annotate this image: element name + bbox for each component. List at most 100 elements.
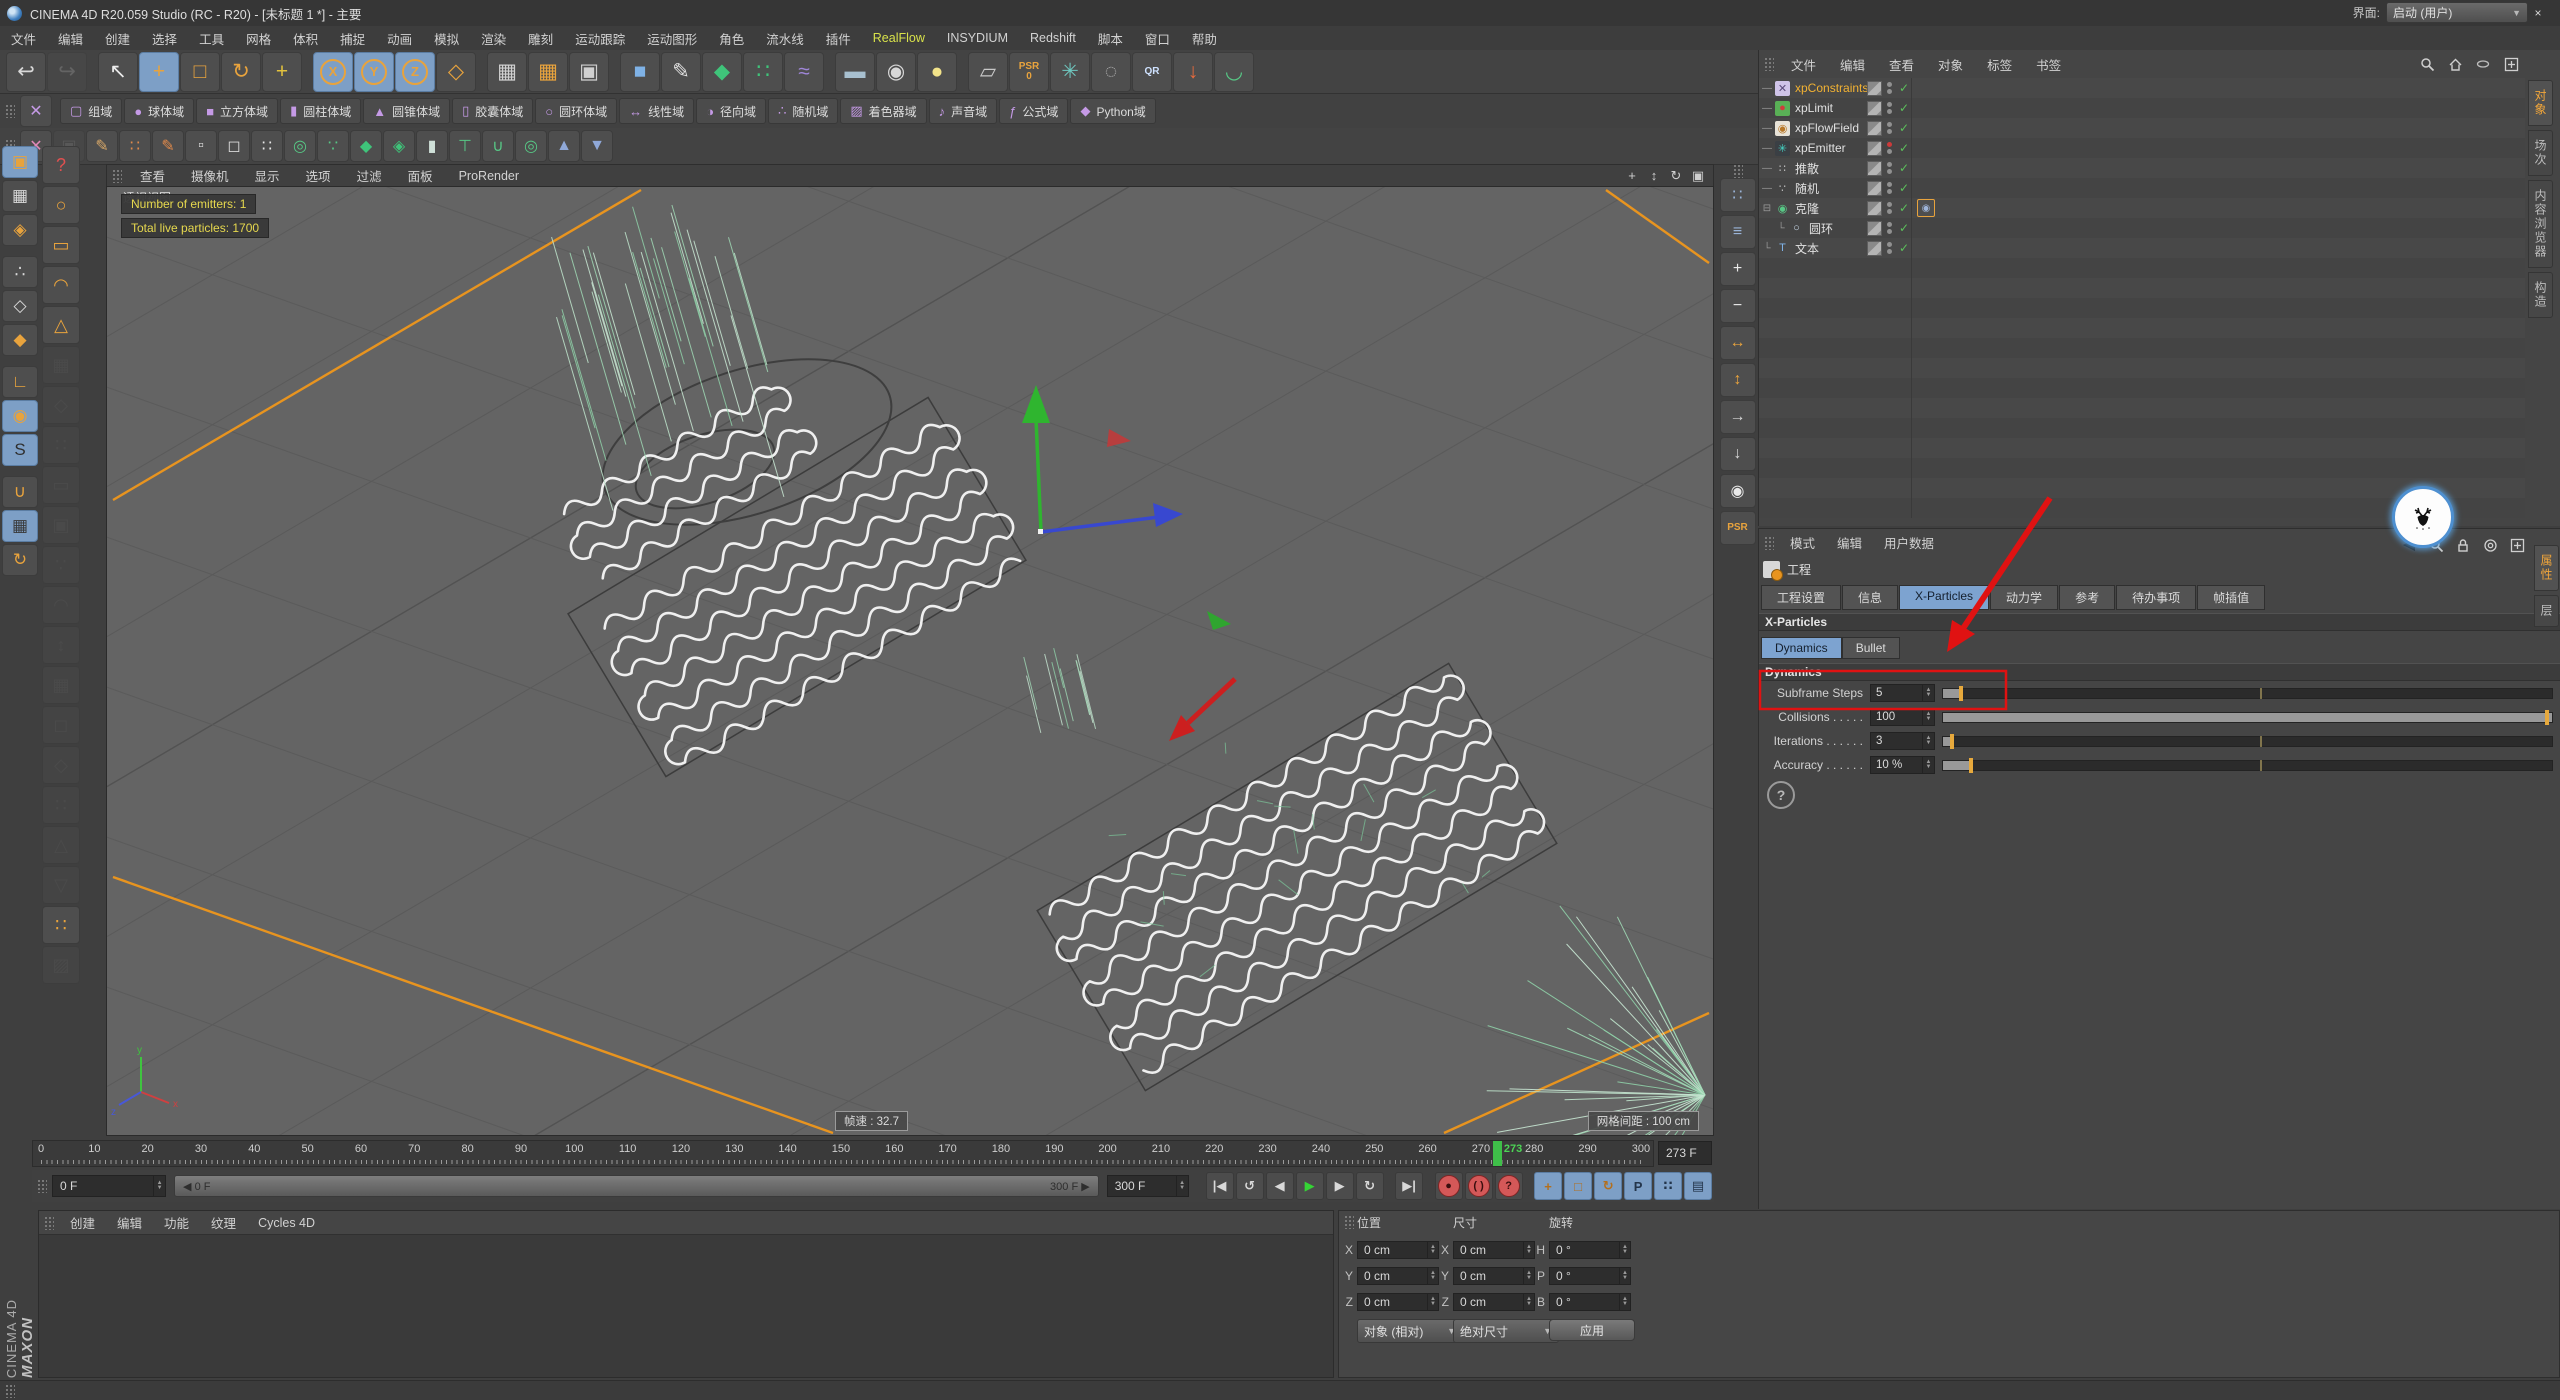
stepper-icon[interactable]: ▲ ▼ (1922, 757, 1934, 773)
help-tool[interactable]: ? (42, 146, 80, 184)
menu-运动图形[interactable]: 运动图形 (636, 29, 708, 48)
mesh-tool-10[interactable]: ◻ (42, 706, 80, 744)
stepper-icon[interactable]: ▲ ▼ (1922, 733, 1934, 749)
mesh-tool-15[interactable]: ▨ (42, 946, 80, 984)
side-tab-层[interactable]: 层 (2534, 595, 2559, 627)
generator-instance[interactable]: ∷ (743, 51, 783, 92)
viewport-menu-过滤[interactable]: 过滤 (344, 166, 395, 185)
field-button-径向域[interactable]: ◑ 径向域 (696, 98, 767, 124)
field-button-随机域[interactable]: ∴ 随机域 (768, 98, 839, 124)
enabled-check-icon[interactable]: ✓ (1899, 101, 1909, 115)
notes-page[interactable]: ▱ (968, 51, 1008, 92)
mesh-tool-5[interactable]: ▣ (42, 506, 80, 544)
zoom-view-icon[interactable]: ↕ (1645, 168, 1663, 184)
menu-体积[interactable]: 体积 (282, 29, 329, 48)
object-row-文本[interactable]: └ T 文本 ✓ (1759, 238, 2525, 258)
autokeying-button[interactable]: ( ) (1464, 1172, 1493, 1200)
key-position-button[interactable]: + (1534, 1172, 1563, 1200)
menu-动画[interactable]: 动画 (376, 29, 423, 48)
toggle-view-icon[interactable]: ▣ (1689, 168, 1707, 184)
viewport-menu-查看[interactable]: 查看 (127, 166, 178, 185)
object-name[interactable]: 推散 (1795, 160, 1819, 177)
current-frame-field[interactable]: 273 F (1658, 1141, 1712, 1165)
previous-key-button[interactable]: ↺ (1235, 1172, 1264, 1200)
param-value-field[interactable]: 3 ▲ ▼ (1870, 732, 1935, 750)
fields-palette-icon[interactable]: ✕ (20, 95, 52, 127)
xp-branch[interactable]: ◡ (1214, 51, 1254, 92)
menu-渲染[interactable]: 渲染 (470, 29, 517, 48)
stepper-icon[interactable]: ▲ ▼ (1922, 685, 1934, 701)
am-menu-grip[interactable] (1764, 535, 1774, 550)
psr-transfer[interactable]: PSR (1719, 511, 1756, 545)
param-value-field[interactable]: 10 % ▲ ▼ (1870, 756, 1935, 774)
xp-cube-points[interactable]: ▫ (185, 130, 217, 162)
xp-paint-dots[interactable]: ∷ (42, 906, 80, 944)
om-menu-查看[interactable]: 查看 (1877, 55, 1926, 74)
visibility-dots[interactable] (1887, 82, 1892, 94)
arrange-row[interactable]: ≡ (1719, 215, 1756, 249)
field-button-球体域[interactable]: ● 球体域 (124, 98, 195, 124)
menu-捕捉[interactable]: 捕捉 (329, 29, 376, 48)
insydium-wheel[interactable]: ✳ (1050, 51, 1090, 92)
tab-待办事项[interactable]: 待办事项 (2116, 585, 2197, 610)
range-end-field[interactable]: 300 F ▲ ▼ (1106, 1175, 1189, 1197)
menu-模拟[interactable]: 模拟 (423, 29, 470, 48)
coord-field-P[interactable]: 0 ° ▲ ▼ (1549, 1267, 1631, 1285)
mesh-tool-3[interactable]: ∷ (42, 426, 80, 464)
preview-range-slider[interactable]: ◀ 0 F 300 F ▶ (174, 1175, 1099, 1197)
layer-chip[interactable] (1867, 160, 1882, 176)
xp-cubes-pair[interactable]: ◻ (218, 130, 250, 162)
mesh-tool-9[interactable]: ▦ (42, 666, 80, 704)
coord-field-Y[interactable]: 0 cm ▲ ▼ (1357, 1267, 1439, 1285)
field-button-着色器域[interactable]: ▨ 着色器域 (840, 98, 927, 124)
distribute-horizontal[interactable]: ↔ (1719, 326, 1756, 360)
minus-icon[interactable] (2473, 54, 2493, 74)
stepper-icon[interactable]: ▲ ▼ (1619, 1268, 1630, 1284)
object-tree[interactable]: — ✕ xpConstraints ✓ — ● xpLimit ✓ — ◉ xpFlowField ✓… (1759, 78, 2525, 518)
field-button-圆锥体域[interactable]: ▲ 圆锥体域 (363, 98, 451, 124)
field-button-圆柱体域[interactable]: ▮ 圆柱体域 (280, 98, 362, 124)
attribute-object-row[interactable]: 工程 (1763, 561, 1811, 581)
om-menu-对象[interactable]: 对象 (1926, 55, 1975, 74)
search-icon[interactable] (2534, 3, 2554, 23)
am-menu-编辑[interactable]: 编辑 (1826, 533, 1873, 552)
mesh-tool-4[interactable]: ▭ (42, 466, 80, 504)
om-menu-标签[interactable]: 标签 (1975, 55, 2024, 74)
arrange-grid[interactable]: ∷ (1719, 178, 1756, 212)
mesh-tool-2[interactable]: ◇ (42, 386, 80, 424)
coord-field-X[interactable]: 0 cm ▲ ▼ (1357, 1241, 1439, 1259)
goto-start-button[interactable]: |◀ (1205, 1172, 1234, 1200)
key-pla-button[interactable]: ∷ (1654, 1172, 1683, 1200)
coord-field-B[interactable]: 0 ° ▲ ▼ (1549, 1293, 1631, 1311)
qr-shortcut[interactable]: QR (1132, 51, 1172, 92)
object-row-xpEmitter[interactable]: — ✳ xpEmitter ✓ (1759, 138, 2525, 158)
keyframe-presets-button[interactable]: ▤ (1684, 1172, 1713, 1200)
xp-dropper[interactable]: ▼ (581, 130, 613, 162)
visibility-dots[interactable] (1887, 142, 1892, 154)
viewport-menu-选项[interactable]: 选项 (293, 166, 344, 185)
side-tab-内容浏览器[interactable]: 内容浏览器 (2528, 180, 2553, 268)
polygons-mode[interactable]: ◆ (2, 324, 38, 356)
stepper-icon[interactable]: ▲ ▼ (1523, 1294, 1534, 1310)
xp-gem[interactable]: ◆ (350, 130, 382, 162)
field-button-声音域[interactable]: ♪ 声音域 (928, 98, 998, 124)
viewport-menu-ProRender[interactable]: ProRender (446, 169, 532, 183)
engine-tab-Dynamics[interactable]: Dynamics (1761, 637, 1842, 659)
help-icon[interactable]: ? (1767, 781, 1795, 809)
workplane-mode[interactable]: ◈ (2, 214, 38, 246)
key-parameter-button[interactable]: P (1624, 1172, 1653, 1200)
snap-toggle[interactable]: S (2, 434, 38, 466)
slider-handle[interactable] (1969, 757, 1973, 773)
tab-动力学[interactable]: 动力学 (1990, 585, 2059, 610)
visibility-dots[interactable] (1887, 182, 1892, 194)
object-name[interactable]: 随机 (1795, 180, 1819, 197)
mm-menu-Cycles 4D[interactable]: Cycles 4D (247, 1216, 326, 1230)
rotate-tool[interactable]: ↻ (221, 51, 261, 92)
om-menu-编辑[interactable]: 编辑 (1828, 55, 1877, 74)
spline-pen[interactable]: ✎ (661, 51, 701, 92)
next-frame-button[interactable]: ▶ (1325, 1172, 1354, 1200)
volume-sphere[interactable]: ◌ (1091, 51, 1131, 92)
am-menu-用户数据[interactable]: 用户数据 (1873, 533, 1945, 552)
stepper-icon[interactable]: ▲ ▼ (1427, 1268, 1438, 1284)
menu-编辑[interactable]: 编辑 (47, 29, 94, 48)
